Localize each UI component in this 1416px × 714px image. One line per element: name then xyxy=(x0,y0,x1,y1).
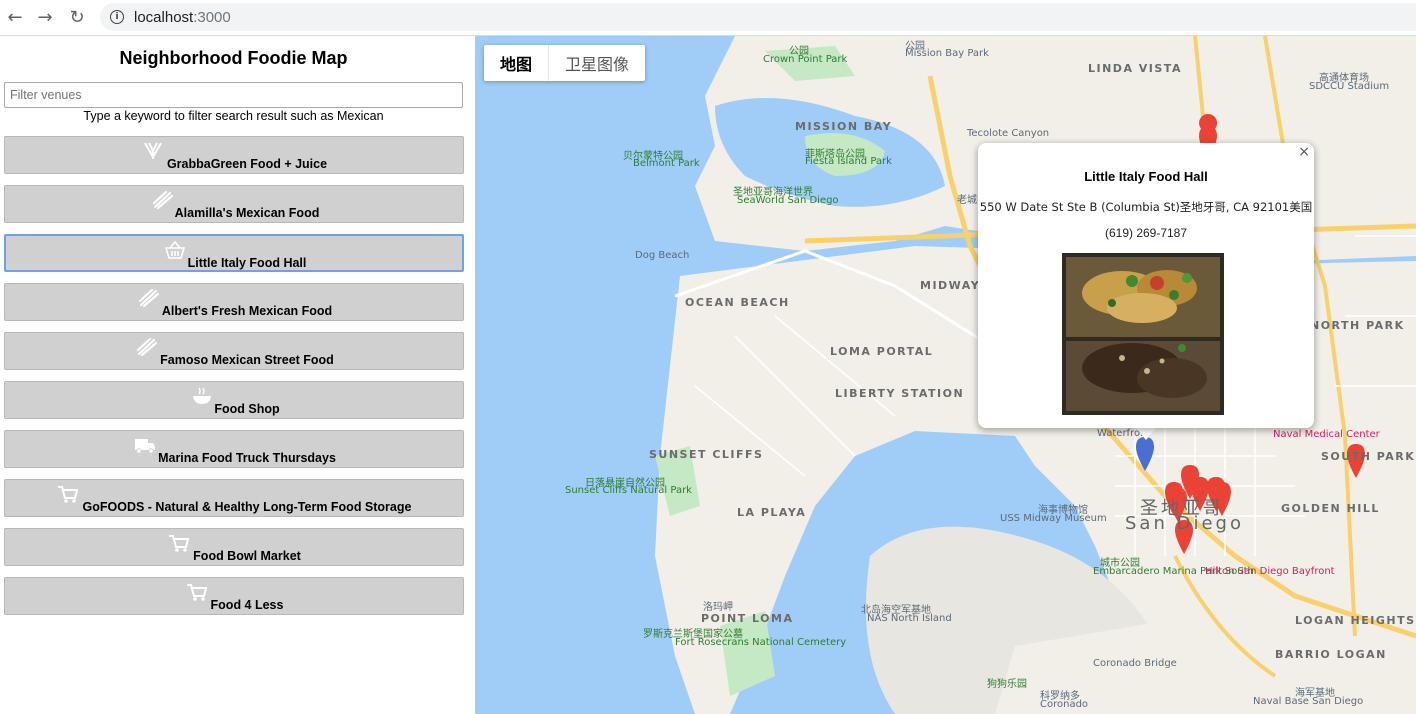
sidebar: Neighborhood Foodie Map Type a keyword t… xyxy=(0,36,475,714)
map-label-fiesta-island: Fiesta Island Park xyxy=(805,156,892,167)
map-label-sunset-cliffs: SUNSET CLIFFS xyxy=(649,448,764,461)
reload-icon[interactable]: ↻ xyxy=(66,6,88,28)
map-label-nas: NAS North Island xyxy=(867,613,952,624)
map-label-la-playa: LA PLAYA xyxy=(737,506,807,519)
venue-label: Food 4 Less xyxy=(210,598,284,612)
google-map[interactable]: MISSION BAY OCEAN BEACH LOMA PORTAL MIDW… xyxy=(475,36,1416,714)
map-label-rosecrans: Fort Rosecrans National Cemetery xyxy=(675,637,847,648)
venue-phone: (619) 269-7187 xyxy=(1104,226,1188,240)
venue-button-famoso[interactable]: Famoso Mexican Street Food xyxy=(4,332,464,370)
venue-address: 550 W Date St Ste B (Columbia St)圣地牙哥, C… xyxy=(979,200,1313,214)
venue-label: Famoso Mexican Street Food xyxy=(160,353,334,367)
address-bar[interactable]: i localhost:3000 xyxy=(100,3,1416,31)
venue-button-gofoods[interactable]: GoFOODS - Natural & Healthy Long-Term Fo… xyxy=(4,479,464,517)
map-label-sdccu: SDCCU Stadium xyxy=(1309,81,1390,92)
venue-button-food-shop[interactable]: Food Shop xyxy=(4,381,464,419)
map-label-point-loma-zh: 洛玛岬 xyxy=(703,602,733,613)
venue-label: Alamilla's Mexican Food xyxy=(174,206,320,220)
info-window: × Little Italy Food Hall 550 W Date St S… xyxy=(978,143,1314,428)
map-label-mission-bay-park: Mission Bay Park xyxy=(905,48,989,59)
map-label-san-diego: San Diego xyxy=(1125,513,1244,534)
map-label-naval-base: Naval Base San Diego xyxy=(1253,696,1364,707)
venue-label: GoFOODS - Natural & Healthy Long-Term Fo… xyxy=(82,500,412,514)
close-icon[interactable]: × xyxy=(1298,144,1310,160)
map-label-tecolote: Tecolote Canyon xyxy=(967,128,1050,139)
app-title: Neighborhood Foodie Map xyxy=(119,48,348,68)
map-label-liberty-station: LIBERTY STATION xyxy=(835,387,965,400)
browser-toolbar: ← → ↻ i localhost:3000 xyxy=(0,0,1416,36)
map-label-belmont: Belmont Park xyxy=(633,158,700,169)
site-info-icon[interactable]: i xyxy=(110,10,124,24)
map-label-seaworld: SeaWorld San Diego xyxy=(737,195,839,206)
map-label-coronado-bridge: Coronado Bridge xyxy=(1093,658,1177,669)
filter-hint: Type a keyword to filter search result s… xyxy=(83,109,384,123)
map-label-mission-bay: MISSION BAY xyxy=(795,120,893,133)
venue-button-little-italy[interactable]: Little Italy Food Hall xyxy=(4,234,464,272)
map-label-ocean-beach: OCEAN BEACH xyxy=(685,296,790,309)
back-arrow-icon[interactable]: ← xyxy=(4,6,26,28)
info-window-tail xyxy=(1134,426,1158,440)
map-label-point-loma: POINT LOMA xyxy=(701,612,794,625)
map-label-uss-midway: USS Midway Museum xyxy=(1000,513,1107,524)
venue-label: Food Shop xyxy=(214,402,280,416)
map-label-linda-vista: LINDA VISTA xyxy=(1088,62,1182,75)
map-label-loma-portal: LOMA PORTAL xyxy=(830,345,934,358)
map-label-logan-heights: LOGAN HEIGHTS xyxy=(1295,614,1416,627)
map-label-barrio-logan: BARRIO LOGAN xyxy=(1275,648,1387,661)
filter-venues-input[interactable] xyxy=(4,82,463,108)
venue-button-marina-food-truck[interactable]: Marina Food Truck Thursdays xyxy=(4,430,464,468)
venue-button-alberts[interactable]: Albert's Fresh Mexican Food xyxy=(4,283,464,321)
map-type-control: 地图 卫星图像 xyxy=(484,45,646,81)
map-type-satellite-button[interactable]: 卫星图像 xyxy=(548,45,645,81)
venue-button-food-bowl-market[interactable]: Food Bowl Market xyxy=(4,528,464,566)
map-type-map-button[interactable]: 地图 xyxy=(484,45,548,81)
map-label-sunset-cliffs-park: Sunset Cliffs Natural Park xyxy=(565,485,692,496)
venue-button-food-4-less[interactable]: Food 4 Less xyxy=(4,577,464,615)
map-label-old-town-zh: 老城 xyxy=(957,195,977,206)
venue-name: Little Italy Food Hall xyxy=(1084,169,1208,184)
map-label-golden-hill: GOLDEN HILL xyxy=(1281,502,1380,515)
map-label-dog-beach: Dog Beach xyxy=(635,250,690,261)
map-label-crown-point: Crown Point Park xyxy=(763,54,848,65)
venue-label: GrabbaGreen Food + Juice xyxy=(166,157,328,171)
venue-photo xyxy=(1062,253,1224,415)
map-label-north-park: NORTH PARK xyxy=(1310,319,1405,332)
map-label-naval-medical: Naval Medical Center xyxy=(1273,429,1380,440)
map-label-coronado: Coronado xyxy=(1040,699,1089,710)
url-text: localhost:3000 xyxy=(134,8,231,26)
venue-label: Food Bowl Market xyxy=(193,549,301,563)
venue-label: Albert's Fresh Mexican Food xyxy=(161,304,333,318)
venue-label: Little Italy Food Hall xyxy=(187,256,307,270)
map-label-south-park: SOUTH PARK xyxy=(1321,450,1416,463)
venue-button-alamillas[interactable]: Alamilla's Mexican Food xyxy=(4,185,464,223)
map-label-hilton: Hilton San Diego Bayfront xyxy=(1205,566,1335,577)
venue-button-grabbagreen[interactable]: GrabbaGreen Food + Juice xyxy=(4,136,464,174)
map-label-dog-park-zh: 狗狗乐园 xyxy=(987,679,1027,690)
forward-arrow-icon[interactable]: → xyxy=(34,6,56,28)
venue-label: Marina Food Truck Thursdays xyxy=(158,451,336,465)
